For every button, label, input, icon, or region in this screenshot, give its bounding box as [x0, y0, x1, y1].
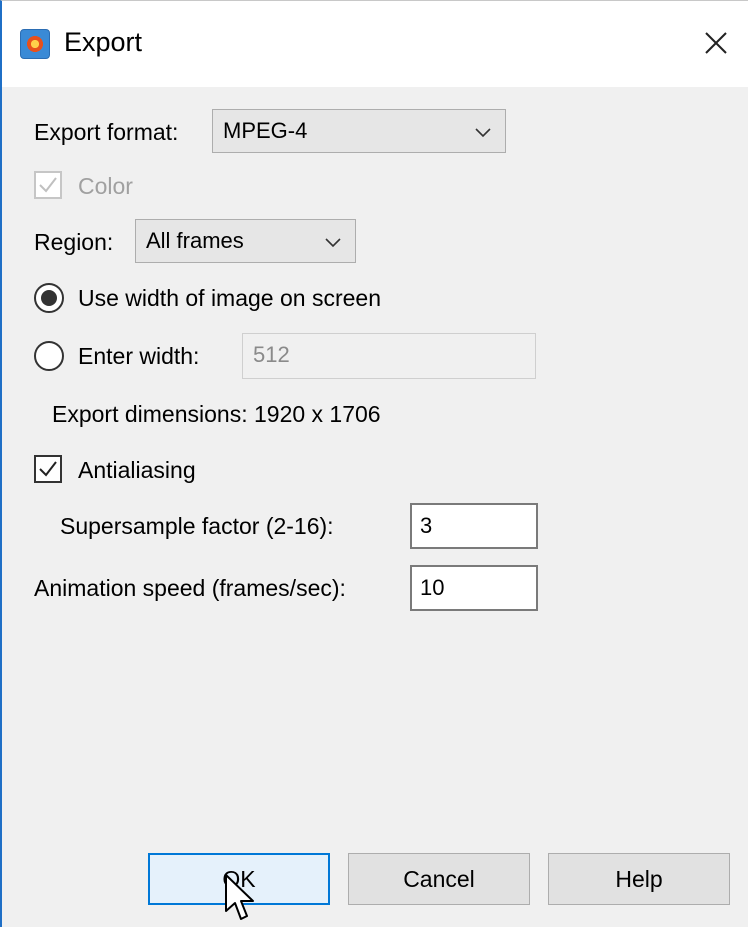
- enter-width-label: Enter width:: [78, 343, 200, 369]
- enter-width-radio[interactable]: [34, 341, 64, 371]
- antialiasing-label: Antialiasing: [78, 457, 196, 483]
- export-format-value: MPEG-4: [223, 118, 308, 143]
- export-dialog: Export Export format: MPEG-4 Color Regio…: [0, 0, 748, 927]
- title-bar: Export: [2, 1, 748, 87]
- checkmark-icon: [39, 177, 57, 193]
- region-value: All frames: [146, 228, 244, 253]
- export-format-label: Export format:: [34, 119, 179, 145]
- use-screen-width-radio[interactable]: [34, 283, 64, 313]
- animation-speed-input[interactable]: 10: [410, 565, 538, 611]
- antialiasing-checkbox[interactable]: [34, 455, 62, 483]
- region-label: Region:: [34, 229, 114, 255]
- use-screen-width-label: Use width of image on screen: [78, 285, 381, 311]
- color-checkbox[interactable]: [34, 171, 62, 199]
- supersample-factor-label: Supersample factor (2-16):: [60, 513, 334, 539]
- region-select[interactable]: All frames: [135, 219, 356, 263]
- supersample-factor-input[interactable]: 3: [410, 503, 538, 549]
- radio-selected-dot: [41, 290, 57, 306]
- app-logo-icon: [20, 29, 50, 59]
- export-format-select[interactable]: MPEG-4: [212, 109, 506, 153]
- animation-speed-label: Animation speed (frames/sec):: [34, 575, 346, 601]
- enter-width-input[interactable]: 512: [242, 333, 536, 379]
- checkmark-icon: [39, 461, 57, 477]
- chevron-down-icon: [475, 128, 491, 138]
- chevron-down-icon: [325, 238, 341, 248]
- cancel-button[interactable]: Cancel: [348, 853, 530, 905]
- color-label: Color: [78, 173, 133, 199]
- export-dimensions-text: Export dimensions: 1920 x 1706: [52, 401, 381, 427]
- help-button[interactable]: Help: [548, 853, 730, 905]
- window-title: Export: [64, 27, 143, 57]
- close-button[interactable]: [696, 23, 736, 63]
- mouse-pointer-icon: [225, 874, 254, 920]
- close-icon: [705, 32, 727, 54]
